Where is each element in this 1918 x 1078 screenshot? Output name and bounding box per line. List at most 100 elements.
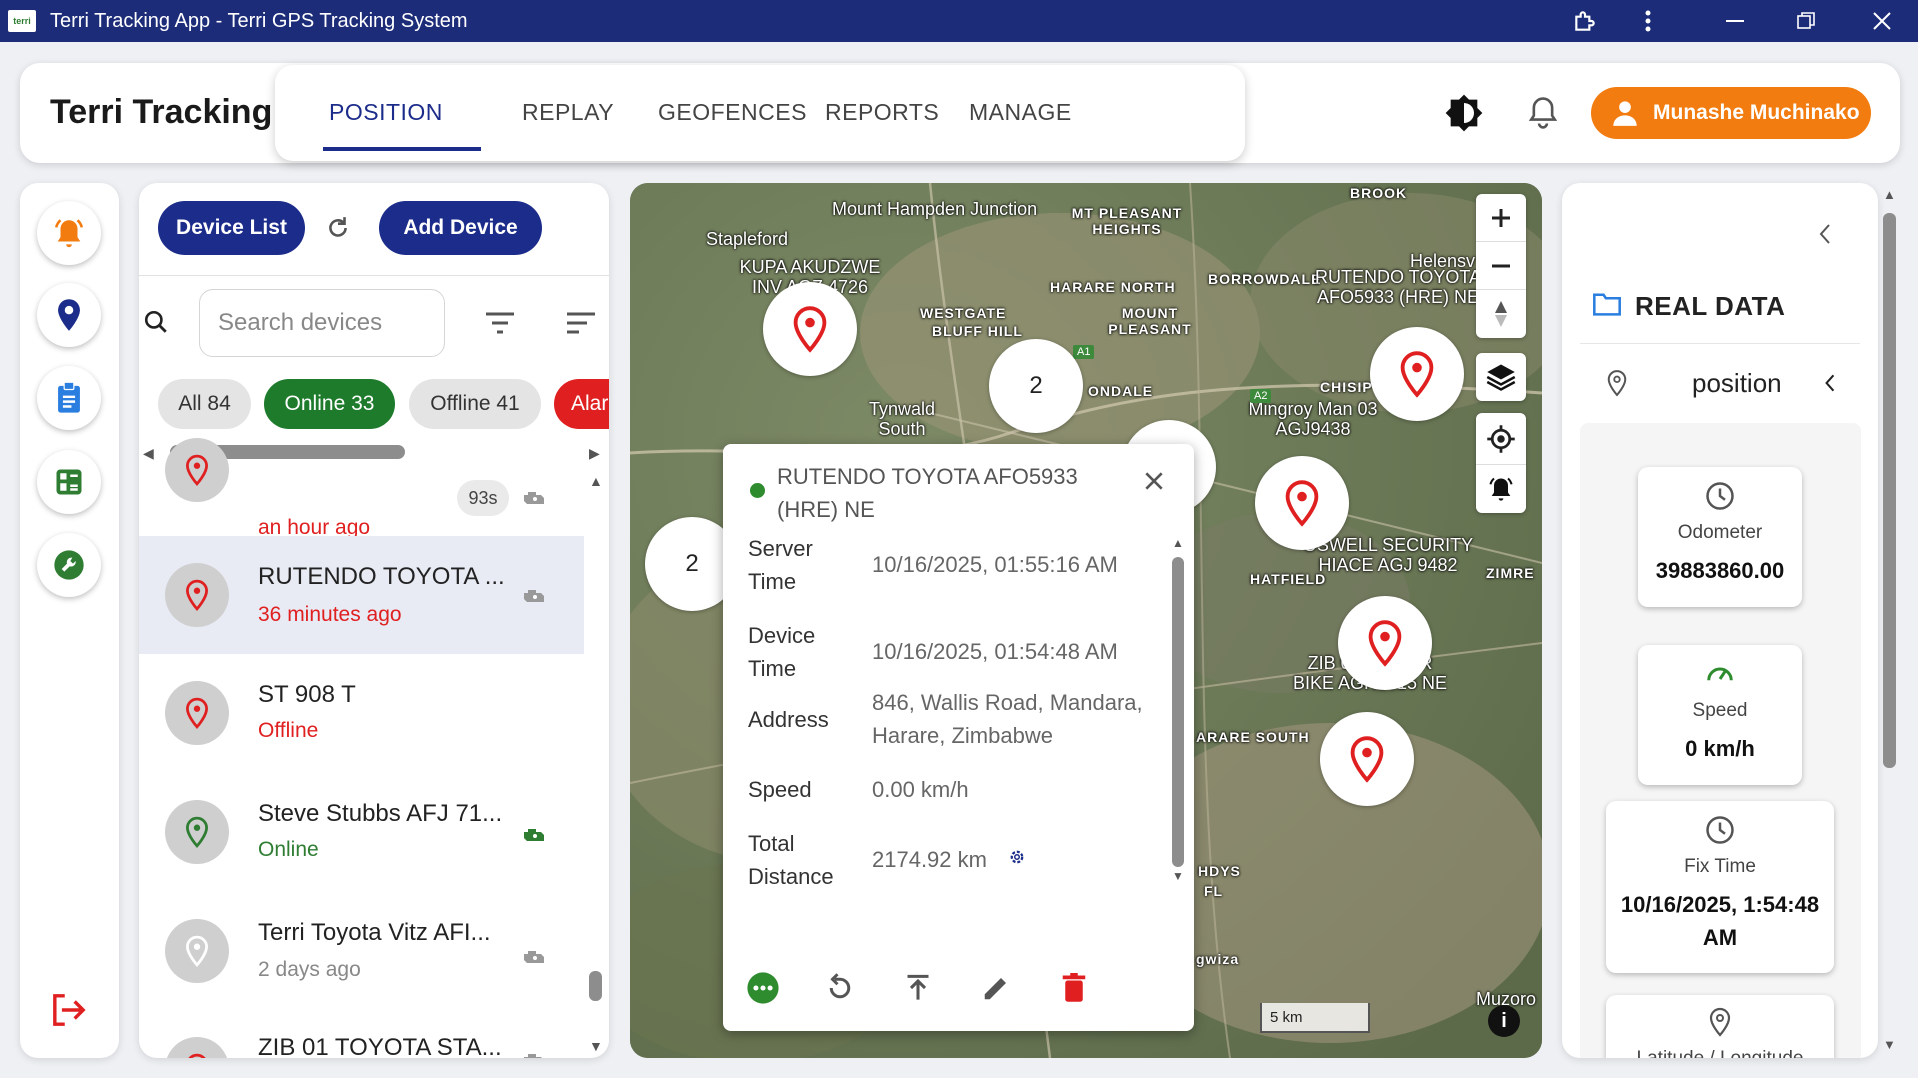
marker-cluster[interactable]: 2 (989, 339, 1083, 433)
popup-label: Speed (748, 777, 812, 802)
info-icon[interactable]: i (1488, 1005, 1520, 1037)
notifications-bell-icon[interactable] (1523, 93, 1563, 133)
card-value: 39883860.00 (1655, 558, 1785, 583)
popup-scroll-up[interactable]: ▲ (1172, 536, 1184, 550)
device-avatar (165, 919, 229, 983)
engine-icon (521, 488, 547, 513)
map-label: ZIMRE (1486, 565, 1535, 581)
map-alarm-button[interactable] (1476, 465, 1526, 513)
page-scrollbar[interactable]: ▲ ▼ (1880, 183, 1898, 1058)
locate-me-button[interactable] (1476, 413, 1526, 465)
edit-icon[interactable] (976, 968, 1016, 1008)
logout-icon[interactable] (50, 993, 88, 1032)
data-cards-area: Odometer 39883860.00 Speed 0 km/h Fix Ti… (1580, 423, 1861, 1058)
settings-gear-icon[interactable] (1008, 848, 1026, 871)
user-account-button[interactable]: Munashe Muchinako (1591, 87, 1871, 139)
map-label: ONDALE (1088, 383, 1154, 399)
section-chevron-icon[interactable] (1824, 373, 1836, 398)
tab-position[interactable]: POSITION (329, 99, 443, 126)
close-window-icon[interactable] (1852, 0, 1912, 42)
list-item[interactable]: Terri Toyota Vitz AFI... 2 days ago (139, 892, 584, 1010)
search-input[interactable] (200, 290, 444, 356)
vehicle-marker[interactable] (1320, 712, 1414, 806)
vehicle-marker[interactable] (763, 282, 857, 376)
more-actions-icon[interactable] (743, 968, 783, 1008)
map-view[interactable]: Mount Hampden Junction Stapleford KUPA A… (630, 183, 1542, 1058)
sort-icon[interactable] (565, 311, 597, 340)
zoom-out-button[interactable] (1476, 242, 1526, 290)
map-label: Stapleford (706, 229, 789, 249)
scroll-down-arrow[interactable]: ▼ (589, 1038, 603, 1054)
folder-icon (1592, 291, 1622, 322)
page-scroll-up[interactable]: ▲ (1883, 187, 1896, 202)
device-avatar (165, 800, 229, 864)
location-pin-icon (186, 697, 208, 729)
scroll-up-arrow[interactable]: ▲ (589, 473, 603, 489)
device-name: Terri Toyota Vitz AFI... (258, 919, 491, 946)
scroll-right-arrow[interactable]: ▶ (589, 445, 600, 462)
dashboard-nav-button[interactable] (37, 450, 101, 514)
collapse-chevron-icon[interactable] (1818, 223, 1832, 250)
compass-button[interactable] (1476, 290, 1526, 338)
more-options-icon[interactable] (1618, 0, 1678, 42)
vertical-scrollbar-thumb[interactable] (589, 971, 602, 1001)
popup-scrollbar-thumb[interactable] (1172, 557, 1184, 867)
vehicle-marker[interactable] (1370, 327, 1464, 421)
filter-icon[interactable] (484, 311, 516, 340)
add-device-button[interactable]: Add Device (379, 201, 542, 255)
vehicle-marker[interactable] (1338, 596, 1432, 690)
page-scroll-down[interactable]: ▼ (1883, 1037, 1896, 1052)
send-command-icon[interactable] (898, 968, 938, 1008)
tab-replay[interactable]: REPLAY (522, 99, 614, 126)
tab-manage[interactable]: MANAGE (969, 99, 1072, 126)
minimize-icon[interactable] (1705, 0, 1765, 42)
list-item[interactable]: ST 908 T Offline (139, 654, 584, 772)
map-nav-button[interactable] (37, 283, 101, 347)
chip-all[interactable]: All 84 (158, 379, 251, 429)
theme-toggle-icon[interactable] (1444, 93, 1484, 133)
chip-offline[interactable]: Offline 41 (409, 379, 541, 429)
layers-button[interactable] (1476, 353, 1526, 401)
device-list-button[interactable]: Device List (158, 201, 305, 255)
popup-title: RUTENDO TOYOTA AFO5933 (HRE) NE (777, 464, 1078, 522)
card-label: Speed (1692, 700, 1748, 721)
popup-label: Total Distance (748, 831, 834, 889)
app-header: Terri Tracking POSITION REPLAY GEOFENCES… (20, 63, 1900, 163)
tab-geofences[interactable]: GEOFENCES (658, 99, 807, 126)
road-shield-a1: A1 (1073, 345, 1095, 359)
device-avatar (165, 438, 229, 502)
list-item[interactable]: Steve Stubbs AFJ 71... Online (139, 773, 584, 891)
popup-value: 0.00 km/h (872, 777, 969, 802)
map-label: ARARE SOUTH (1196, 729, 1310, 745)
zoom-in-button[interactable] (1476, 194, 1526, 242)
tab-reports[interactable]: REPORTS (825, 99, 939, 126)
extensions-icon[interactable] (1555, 0, 1615, 42)
layers-icon (1486, 364, 1516, 391)
alarms-nav-button[interactable] (37, 201, 101, 265)
clock-icon (1606, 815, 1834, 850)
close-icon[interactable] (1143, 470, 1165, 497)
popup-scroll-down[interactable]: ▼ (1172, 869, 1184, 883)
chip-alarm[interactable]: Alar (554, 379, 609, 429)
device-avatar (165, 681, 229, 745)
reports-nav-button[interactable] (37, 366, 101, 430)
search-field[interactable] (199, 289, 445, 357)
map-label: Mingroy Man 03 AGJ9438 (1248, 399, 1378, 439)
location-pin-icon (186, 579, 208, 611)
vehicle-marker[interactable] (1255, 456, 1349, 550)
delete-icon[interactable] (1054, 968, 1094, 1008)
card-label: Odometer (1677, 522, 1763, 543)
map-label: HATFIELD (1250, 571, 1327, 587)
map-label: RUTENDO TOYOTA AFO5933 (HRE) NE (1314, 267, 1482, 307)
restore-icon[interactable] (1776, 0, 1836, 42)
location-pin-icon (793, 306, 827, 353)
replay-icon[interactable] (820, 968, 860, 1008)
location-pin-icon (186, 816, 208, 848)
chip-online[interactable]: Online 33 (264, 379, 395, 429)
refresh-icon[interactable] (325, 215, 351, 246)
settings-nav-button[interactable] (37, 533, 101, 597)
popup-label: Server Time (748, 536, 813, 594)
list-item[interactable]: RUTENDO TOYOTA ... 36 minutes ago (139, 536, 584, 654)
page-scrollbar-thumb[interactable] (1883, 213, 1896, 768)
list-item[interactable]: ZIB 01 TOYOTA STA... (139, 1010, 584, 1058)
